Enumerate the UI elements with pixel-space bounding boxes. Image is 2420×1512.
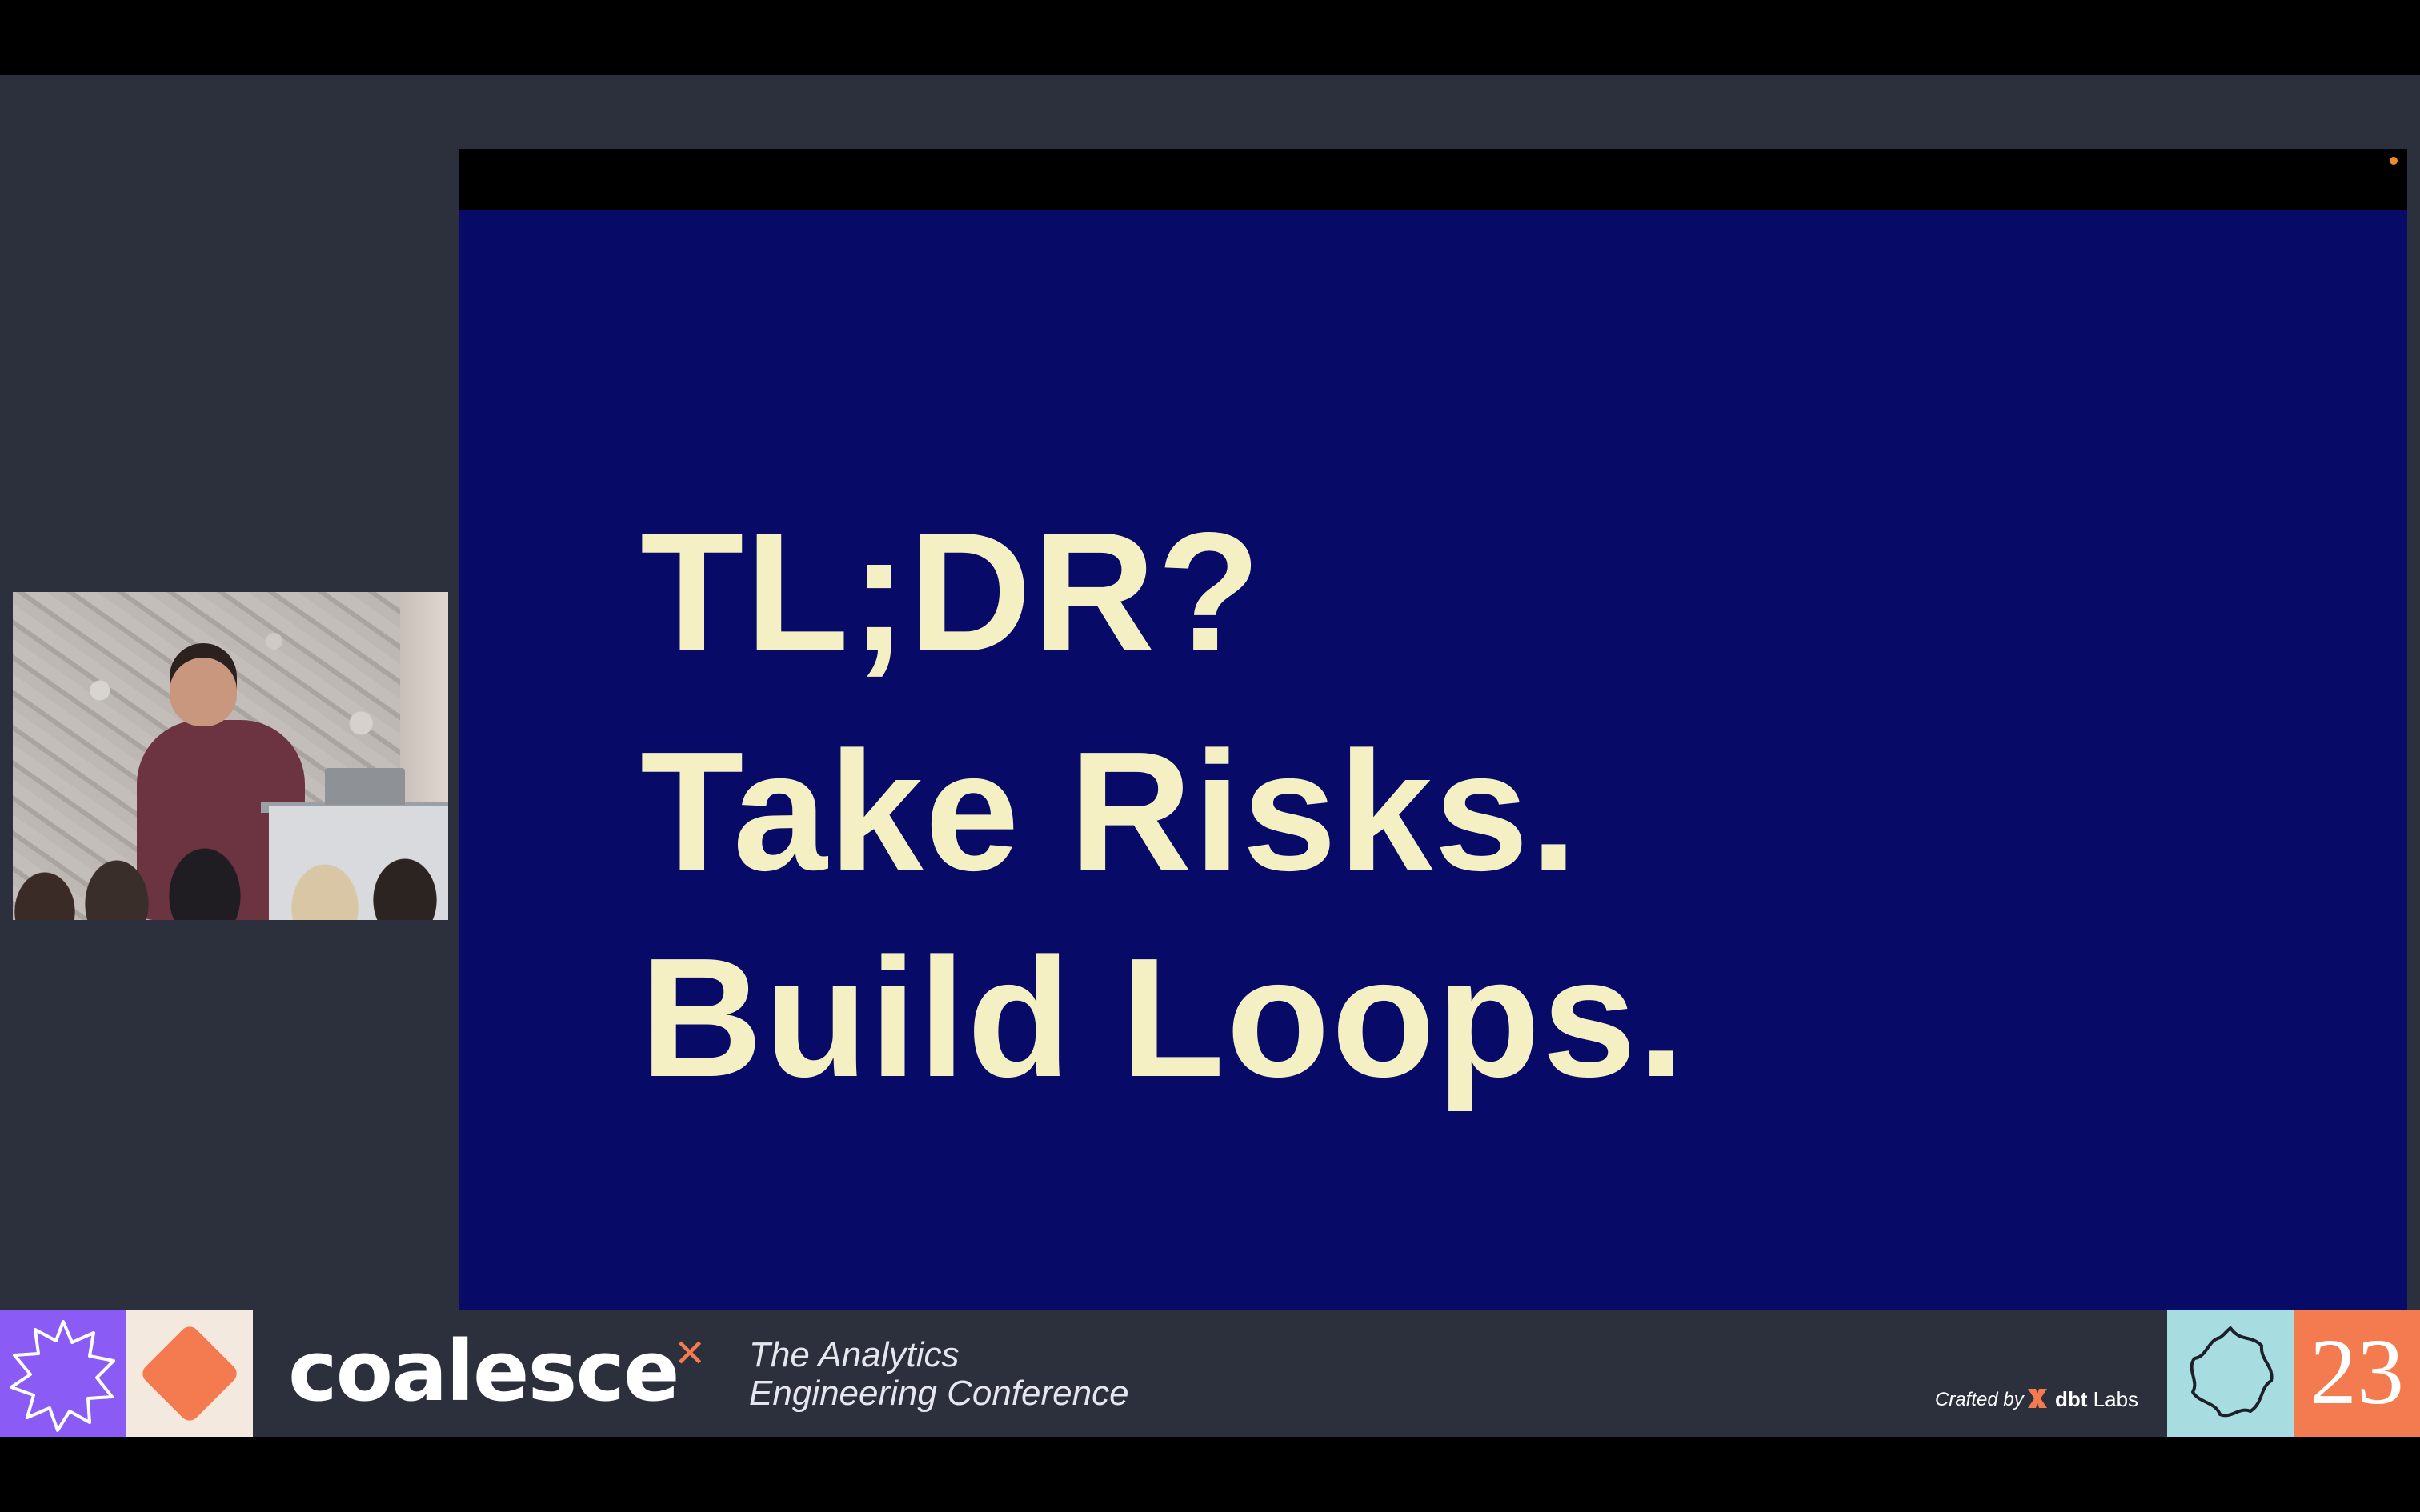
laptop (325, 768, 405, 805)
orange-tile: 23 (2294, 1310, 2420, 1437)
cream-tile (126, 1310, 253, 1437)
purple-tile (0, 1310, 126, 1437)
dbt-name: dbt (2055, 1387, 2088, 1411)
speaker-camera-feed (13, 592, 448, 920)
wavy-star-icon (2190, 1326, 2274, 1418)
starburst-icon (10, 1320, 115, 1432)
slide-frame: TL;DR? Take Risks. Build Loops. (459, 149, 2407, 1310)
coalesce-logo-text: coalesce (288, 1322, 680, 1420)
slide-line-take-risks: Take Risks. (640, 716, 1579, 906)
slide-line-build-loops: Build Loops. (640, 922, 1687, 1112)
slide-content: TL;DR? Take Risks. Build Loops. (459, 210, 2407, 1310)
dbt-logo-icon (2028, 1389, 2047, 1408)
crafted-by-label: Crafted by (1935, 1389, 2024, 1410)
recording-indicator-dot (2390, 157, 2398, 165)
tagline-line-1: The Analytics (749, 1335, 960, 1374)
conference-tagline: The Analytics Engineering Conference (749, 1336, 1129, 1413)
teal-tile (2167, 1310, 2294, 1437)
slide-heading: TL;DR? (640, 497, 1263, 686)
branding-bar: coalesce ✕ The Analytics Engineering Con… (0, 1310, 2420, 1437)
labs-name: Labs (2093, 1387, 2139, 1411)
audience-heads (13, 832, 448, 920)
x-mark-icon: ✕ (674, 1331, 707, 1376)
diamond-icon (142, 1326, 237, 1421)
dbt-labs-label: dbt Labs (2055, 1387, 2138, 1412)
slide-top-bar (459, 149, 2407, 210)
letterbox-top (0, 0, 2420, 75)
year-label: 23 (2310, 1319, 2404, 1424)
speaker-head (170, 643, 237, 726)
letterbox-bottom (0, 1437, 2420, 1512)
tagline-line-2: Engineering Conference (749, 1374, 1129, 1413)
